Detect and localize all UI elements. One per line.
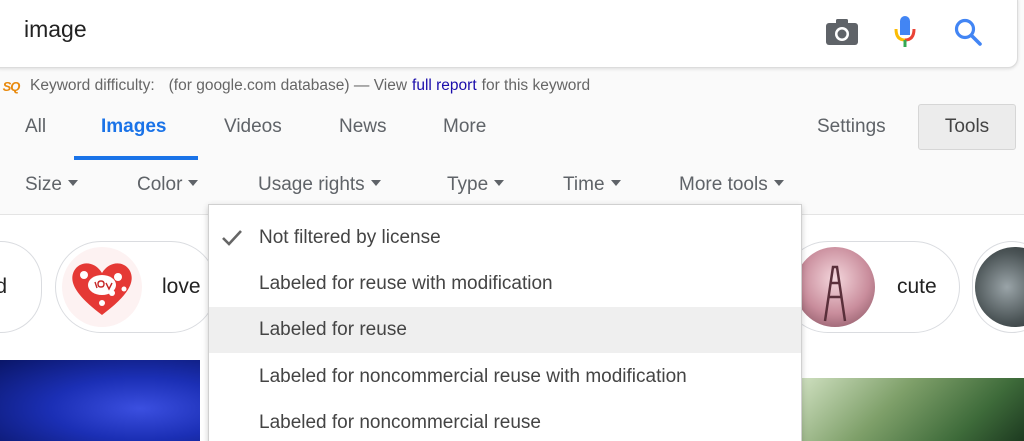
menu-item-noncommercial[interactable]: Labeled for noncommercial reuse [209,400,801,441]
tab-images[interactable]: Images [101,116,166,138]
more-tools-filter[interactable]: More tools [679,174,784,196]
full-report-link[interactable]: full report [412,77,477,95]
menu-item-noncommercial-with-modification[interactable]: Labeled for noncommercial reuse with mod… [209,354,801,400]
microphone-icon[interactable] [887,14,923,50]
tab-news[interactable]: News [339,116,387,138]
time-filter-label: Time [563,174,605,195]
keyword-difficulty-bar: SQ Keyword difficulty: (for google.com d… [0,76,591,96]
caret-down-icon [773,179,784,186]
chip-label: d [0,275,7,299]
tab-all[interactable]: All [25,116,46,138]
heart-thumbnail [62,247,142,327]
caret-down-icon [494,179,505,186]
database-note: (for google.com database) — View [168,77,408,94]
search-box [0,0,1018,68]
menu-item-label: Labeled for noncommercial reuse [259,412,541,433]
more-tools-filter-label: More tools [679,174,768,195]
menu-item-label: Labeled for reuse [259,319,407,340]
checkmark-icon [222,230,242,246]
menu-item-label: Not filtered by license [259,227,441,248]
caret-down-icon [610,179,621,186]
caret-down-icon [188,179,199,186]
type-filter[interactable]: Type [447,174,505,196]
usage-rights-menu: Not filtered by license Labeled for reus… [208,204,802,441]
tab-videos[interactable]: Videos [224,116,282,138]
settings-link[interactable]: Settings [817,116,886,138]
caret-down-icon [370,179,381,186]
caret-down-icon [67,179,78,186]
usage-rights-filter[interactable]: Usage rights [258,174,381,196]
usage-rights-filter-label: Usage rights [258,174,365,195]
tab-more[interactable]: More [443,116,486,138]
camera-icon[interactable] [824,14,860,50]
tools-button[interactable]: Tools [918,104,1016,150]
eiffel-tower-thumbnail [795,247,875,327]
active-tab-indicator [74,156,198,160]
related-chip-cute[interactable]: cute [782,241,960,333]
result-image-bird[interactable] [800,378,1024,441]
search-input[interactable] [24,16,724,43]
seoquake-logo: SQ [2,78,21,94]
landscape-thumbnail [975,247,1024,327]
keyword-suffix: for this keyword [481,77,591,94]
keyword-difficulty-label: Keyword difficulty: [30,77,155,94]
menu-item-reuse-with-modification[interactable]: Labeled for reuse with modification [209,261,801,307]
time-filter[interactable]: Time [563,174,621,196]
menu-item-reuse[interactable]: Labeled for reuse [209,307,801,353]
menu-item-label: Labeled for noncommercial reuse with mod… [259,366,687,387]
chip-label: cute [897,275,937,298]
google-image-search-page: SQ Keyword difficulty: (for google.com d… [0,0,1024,441]
color-filter-label: Color [137,174,183,195]
chip-label: love [162,275,201,298]
related-chip-love[interactable]: love [55,241,217,333]
menu-item-label: Labeled for reuse with modification [259,273,553,294]
size-filter[interactable]: Size [25,174,78,196]
search-icon[interactable] [950,14,986,50]
type-filter-label: Type [447,174,489,195]
color-filter[interactable]: Color [137,174,199,196]
result-image-blue-rose[interactable] [0,360,200,441]
menu-item-not-filtered[interactable]: Not filtered by license [209,215,801,261]
size-filter-label: Size [25,174,62,195]
